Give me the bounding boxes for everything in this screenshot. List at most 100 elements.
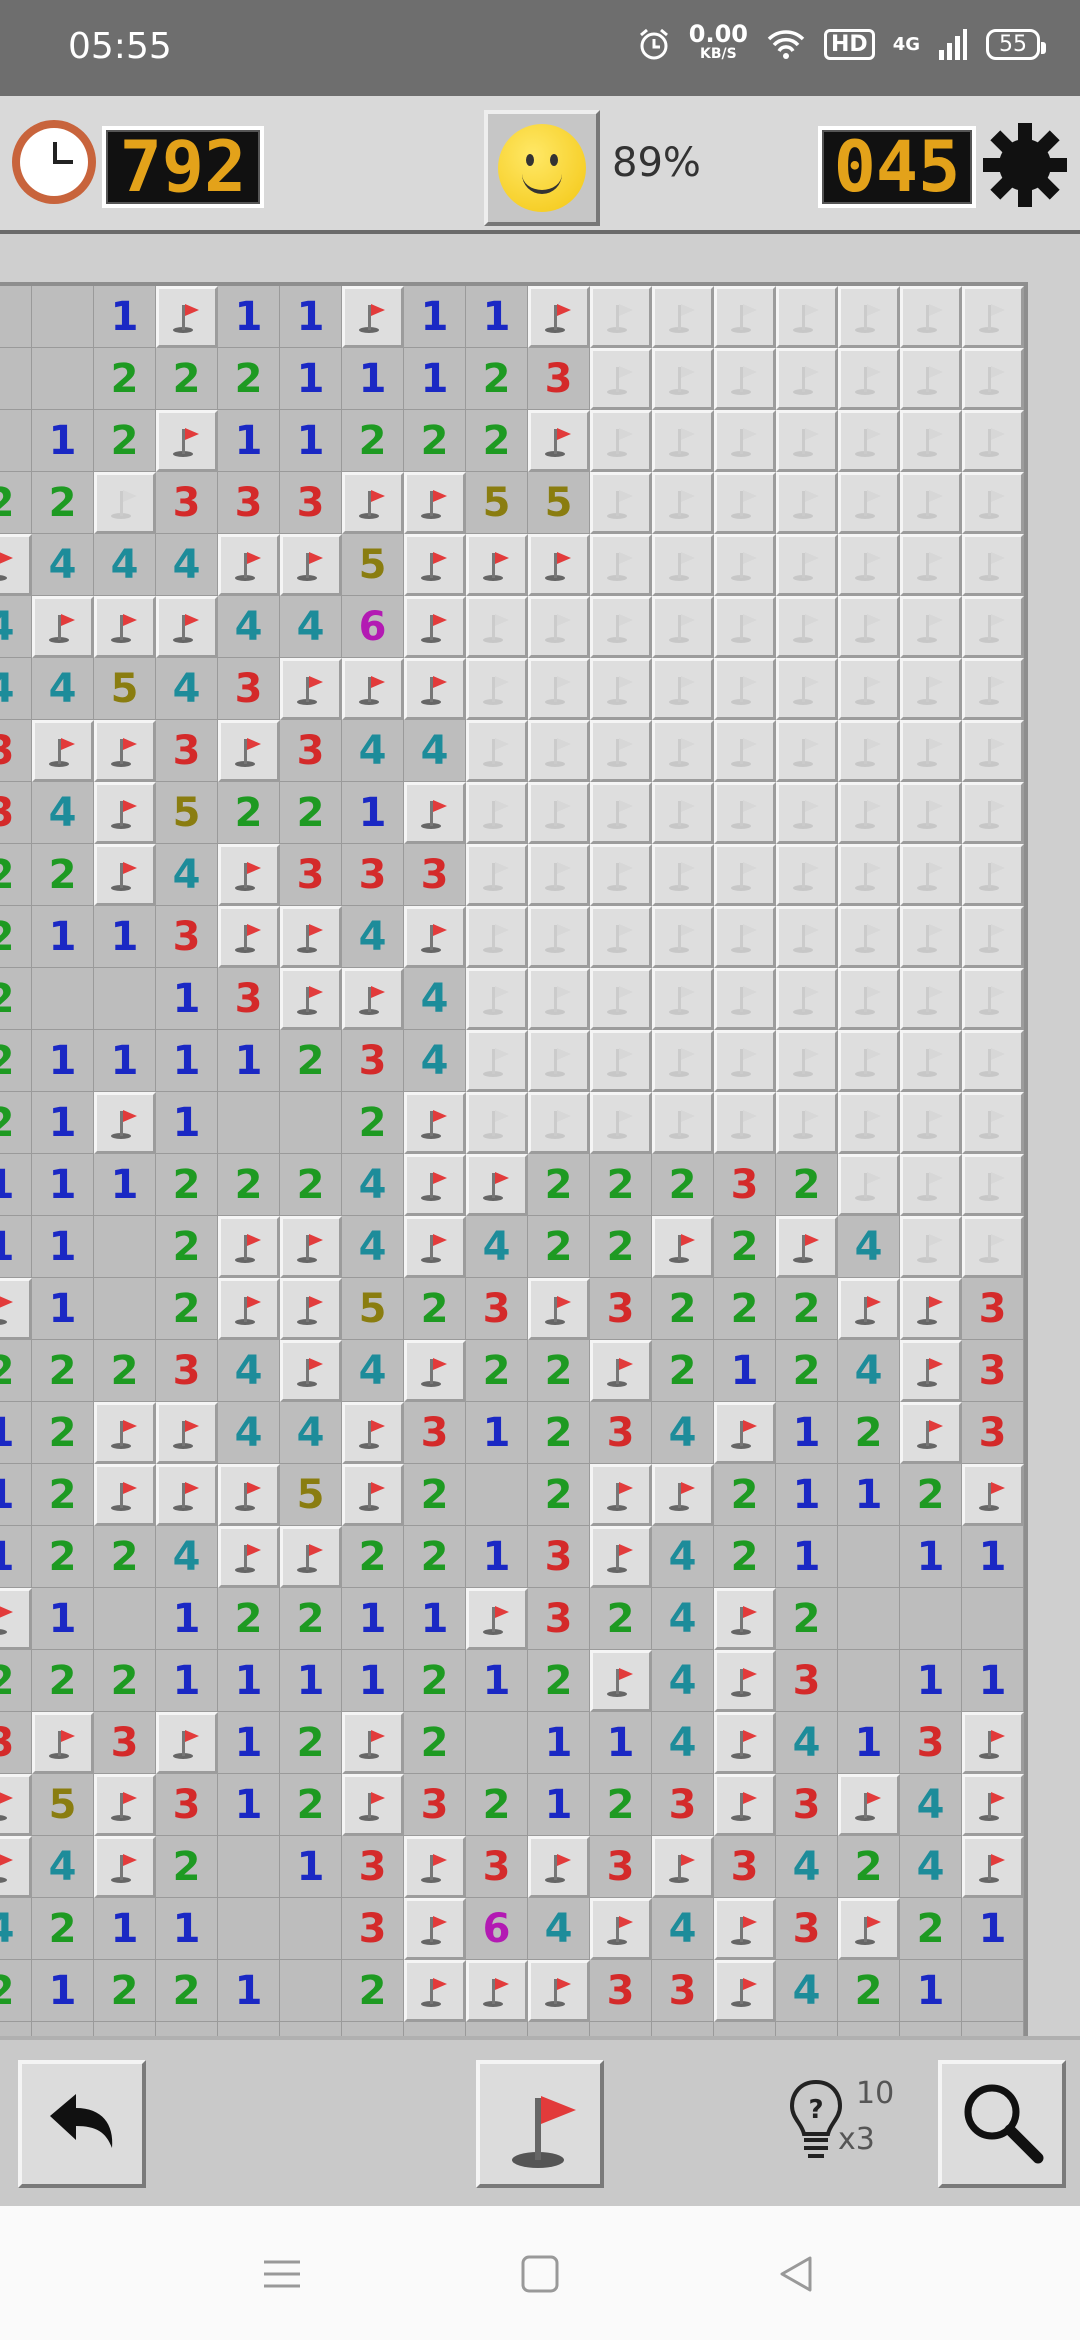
number-cell[interactable]: 4 <box>0 658 32 720</box>
empty-cell[interactable] <box>838 1650 900 1712</box>
number-cell[interactable]: 3 <box>342 1898 404 1960</box>
empty-cell[interactable] <box>962 1960 1024 2022</box>
number-cell[interactable]: 3 <box>590 1402 652 1464</box>
number-cell[interactable]: 1 <box>838 1712 900 1774</box>
number-cell[interactable]: 4 <box>776 1836 838 1898</box>
flagged-cell[interactable] <box>156 1712 218 1774</box>
number-cell[interactable]: 4 <box>652 1712 714 1774</box>
empty-cell[interactable] <box>218 1092 280 1154</box>
number-cell[interactable]: 2 <box>0 1030 32 1092</box>
empty-cell[interactable] <box>280 1960 342 2022</box>
flagged-cell[interactable] <box>280 1340 342 1402</box>
unrevealed-cell[interactable] <box>838 534 900 596</box>
number-cell[interactable]: 2 <box>404 1278 466 1340</box>
unrevealed-cell[interactable] <box>652 534 714 596</box>
number-cell[interactable]: 1 <box>94 906 156 968</box>
number-cell[interactable]: 1 <box>900 1650 962 1712</box>
empty-cell[interactable] <box>466 2022 528 2036</box>
unrevealed-cell[interactable] <box>900 472 962 534</box>
empty-cell[interactable] <box>838 1526 900 1588</box>
number-cell[interactable]: 1 <box>94 1898 156 1960</box>
number-cell[interactable]: 2 <box>652 1154 714 1216</box>
number-cell[interactable]: 1 <box>94 286 156 348</box>
number-cell[interactable]: 2 <box>0 1960 32 2022</box>
unrevealed-cell[interactable] <box>590 534 652 596</box>
number-cell[interactable]: 1 <box>156 968 218 1030</box>
number-cell[interactable]: 2 <box>32 1898 94 1960</box>
flagged-cell[interactable] <box>838 1898 900 1960</box>
number-cell[interactable]: 3 <box>218 472 280 534</box>
number-cell[interactable]: 2 <box>32 1526 94 1588</box>
unrevealed-cell[interactable] <box>838 410 900 472</box>
unrevealed-cell[interactable] <box>962 1092 1024 1154</box>
unrevealed-cell[interactable] <box>714 1092 776 1154</box>
flagged-cell[interactable] <box>652 1464 714 1526</box>
number-cell[interactable]: 3 <box>218 658 280 720</box>
unrevealed-cell[interactable] <box>528 844 590 906</box>
number-cell[interactable]: 5 <box>528 472 590 534</box>
flagged-cell[interactable] <box>590 1650 652 1712</box>
number-cell[interactable]: 2 <box>590 1588 652 1650</box>
unrevealed-cell[interactable] <box>466 844 528 906</box>
number-cell[interactable]: 2 <box>218 348 280 410</box>
number-cell[interactable]: 2 <box>0 1340 32 1402</box>
flagged-cell[interactable] <box>528 534 590 596</box>
unrevealed-cell[interactable] <box>652 348 714 410</box>
unrevealed-cell[interactable] <box>838 348 900 410</box>
empty-cell[interactable] <box>528 2022 590 2036</box>
number-cell[interactable]: 1 <box>466 1402 528 1464</box>
unrevealed-cell[interactable] <box>838 658 900 720</box>
number-cell[interactable]: 1 <box>280 348 342 410</box>
number-cell[interactable]: 2 <box>280 1712 342 1774</box>
number-cell[interactable]: 4 <box>94 534 156 596</box>
flagged-cell[interactable] <box>404 1898 466 1960</box>
number-cell[interactable]: 4 <box>528 1898 590 1960</box>
unrevealed-cell[interactable] <box>714 348 776 410</box>
settings-gear-icon[interactable] <box>982 122 1068 208</box>
flagged-cell[interactable] <box>714 1898 776 1960</box>
number-cell[interactable]: 1 <box>466 1526 528 1588</box>
number-cell[interactable]: 2 <box>590 1774 652 1836</box>
number-cell[interactable]: 4 <box>838 1216 900 1278</box>
number-cell[interactable]: 2 <box>218 1588 280 1650</box>
number-cell[interactable]: 3 <box>218 968 280 1030</box>
unrevealed-cell[interactable] <box>962 410 1024 472</box>
number-cell[interactable]: 3 <box>156 1774 218 1836</box>
empty-cell[interactable] <box>0 2022 32 2036</box>
empty-cell[interactable] <box>280 1092 342 1154</box>
number-cell[interactable]: 2 <box>280 782 342 844</box>
flagged-cell[interactable] <box>404 472 466 534</box>
empty-cell[interactable] <box>32 286 94 348</box>
unrevealed-cell[interactable] <box>714 534 776 596</box>
number-cell[interactable]: 5 <box>342 534 404 596</box>
unrevealed-cell[interactable] <box>714 906 776 968</box>
unrevealed-cell[interactable] <box>94 472 156 534</box>
empty-cell[interactable] <box>32 348 94 410</box>
empty-cell[interactable] <box>218 1898 280 1960</box>
unrevealed-cell[interactable] <box>466 658 528 720</box>
board-viewport[interactable]: 1111122211123121122222333554445444644543… <box>0 234 1080 2036</box>
flagged-cell[interactable] <box>652 1836 714 1898</box>
flagged-cell[interactable] <box>962 1774 1024 1836</box>
unrevealed-cell[interactable] <box>714 286 776 348</box>
number-cell[interactable]: 2 <box>156 1836 218 1898</box>
empty-cell[interactable] <box>280 2022 342 2036</box>
unrevealed-cell[interactable] <box>962 348 1024 410</box>
unrevealed-cell[interactable] <box>900 534 962 596</box>
number-cell[interactable]: 2 <box>32 1402 94 1464</box>
number-cell[interactable]: 1 <box>528 1774 590 1836</box>
number-cell[interactable]: 1 <box>156 1898 218 1960</box>
number-cell[interactable]: 4 <box>32 658 94 720</box>
empty-cell[interactable] <box>218 1836 280 1898</box>
number-cell[interactable]: 4 <box>0 1898 32 1960</box>
number-cell[interactable]: 5 <box>94 658 156 720</box>
number-cell[interactable]: 1 <box>0 1216 32 1278</box>
number-cell[interactable]: 1 <box>900 1960 962 2022</box>
unrevealed-cell[interactable] <box>652 968 714 1030</box>
unrevealed-cell[interactable] <box>962 658 1024 720</box>
flagged-cell[interactable] <box>218 534 280 596</box>
number-cell[interactable]: 2 <box>528 1340 590 1402</box>
unrevealed-cell[interactable] <box>776 472 838 534</box>
flagged-cell[interactable] <box>590 1464 652 1526</box>
unrevealed-cell[interactable] <box>900 906 962 968</box>
